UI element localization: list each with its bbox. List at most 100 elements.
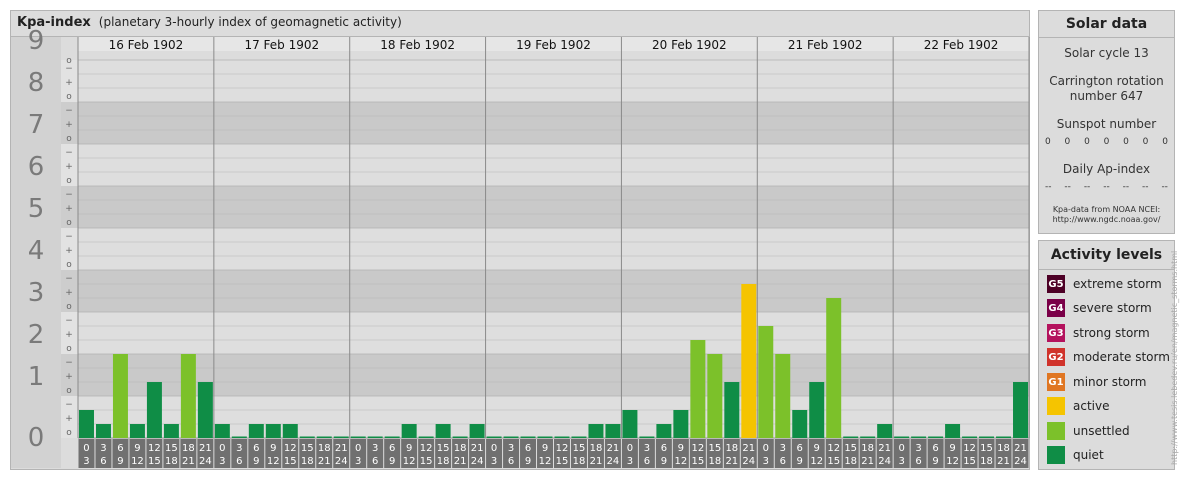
sunspot-value: 0 [1045, 137, 1051, 147]
kp-bar [622, 409, 638, 438]
y-tick-label: 8 [28, 68, 45, 98]
level-g2: G2 moderate storm [1047, 347, 1170, 367]
interval-end-label: 9 [253, 456, 259, 467]
sunspot-values: 0 0 0 0 0 0 0 [1045, 137, 1168, 147]
kp-bar [486, 436, 502, 438]
interval-end-label: 21 [590, 456, 603, 467]
sub-tick-label: − [65, 274, 73, 284]
kp-bar [911, 436, 927, 438]
level-label: minor storm [1073, 375, 1147, 389]
interval-start-label: 21 [878, 443, 891, 454]
ap-value: -- [1064, 182, 1071, 192]
interval-start-label: 18 [997, 443, 1010, 454]
sub-tick-label: − [65, 190, 73, 200]
interval-start-label: 12 [284, 443, 297, 454]
kp-bar [673, 409, 689, 438]
sub-tick-label: o [66, 176, 72, 186]
kp-bar [367, 436, 383, 438]
interval-start-label: 15 [301, 443, 314, 454]
sub-tick-label: − [65, 400, 73, 410]
kp-bar [79, 409, 94, 438]
interval-end-label: 18 [573, 456, 586, 467]
interval-end-label: 21 [318, 456, 331, 467]
interval-start-label: 9 [134, 443, 140, 454]
interval-end-label: 6 [508, 456, 514, 467]
kp-bar [639, 436, 655, 438]
source-link[interactable]: http://www.ngdc.noaa.gov/ [1039, 215, 1174, 225]
interval-end-label: 12 [674, 456, 687, 467]
interval-start-label: 3 [915, 443, 921, 454]
interval-start-label: 21 [335, 443, 348, 454]
interval-start-label: 6 [389, 443, 395, 454]
y-tick-label: 1 [28, 362, 45, 392]
interval-end-label: 21 [997, 456, 1010, 467]
interval-start-label: 9 [406, 443, 412, 454]
interval-end-label: 18 [708, 456, 721, 467]
interval-start-label: 15 [437, 443, 450, 454]
interval-end-label: 12 [403, 456, 416, 467]
interval-start-label: 18 [590, 443, 603, 454]
interval-start-label: 21 [742, 443, 755, 454]
level-label: active [1073, 399, 1110, 413]
interval-end-label: 3 [355, 456, 361, 467]
y-tick-label: 4 [28, 236, 45, 266]
interval-start-label: 18 [318, 443, 331, 454]
interval-end-label: 24 [335, 456, 348, 467]
interval-end-label: 9 [117, 456, 123, 467]
sub-tick-label: − [65, 106, 73, 116]
sub-tick-label: − [65, 358, 73, 368]
level-label: moderate storm [1073, 350, 1170, 364]
sub-tick-label: o [66, 428, 72, 438]
solar-title: Solar data [1065, 16, 1148, 32]
interval-start-label: 6 [932, 443, 938, 454]
sub-tick-label: o [66, 218, 72, 228]
kp-band [78, 270, 1029, 312]
interval-start-label: 3 [236, 443, 242, 454]
interval-start-label: 6 [661, 443, 667, 454]
interval-start-label: 12 [963, 443, 976, 454]
sub-tick-label: o [66, 134, 72, 144]
kp-bar [554, 436, 570, 438]
ap-value: -- [1122, 182, 1130, 192]
y-tick-label: 5 [28, 194, 45, 224]
day-label: 17 Feb 1902 [244, 38, 319, 52]
sunspot-value: 0 [1142, 137, 1149, 147]
interval-end-label: 15 [284, 456, 297, 467]
kp-bar [860, 436, 876, 438]
sunspot-value: 0 [1103, 137, 1110, 147]
interval-start-label: 3 [780, 443, 786, 454]
kp-bar [741, 283, 757, 438]
day-label: 19 Feb 1902 [516, 38, 591, 52]
interval-end-label: 24 [1014, 456, 1027, 467]
kp-bar [826, 298, 842, 438]
interval-end-label: 24 [199, 456, 212, 467]
sub-tick-label: + [65, 372, 73, 382]
day-label: 16 Feb 1902 [109, 38, 184, 52]
interval-end-label: 12 [267, 456, 280, 467]
interval-end-label: 12 [810, 456, 823, 467]
quiet-swatch [1047, 446, 1065, 464]
sub-tick-label: o [66, 56, 72, 66]
kp-bar [707, 354, 723, 438]
interval-end-label: 21 [861, 456, 874, 467]
sub-tick-label: + [65, 120, 73, 130]
unsettled-swatch [1047, 422, 1065, 440]
interval-start-label: 0 [219, 443, 225, 454]
sub-tick-label: o [66, 260, 72, 270]
interval-end-label: 3 [627, 456, 633, 467]
kp-bar [112, 354, 128, 438]
interval-end-label: 12 [946, 456, 959, 467]
kp-bar [350, 436, 366, 438]
interval-end-label: 3 [898, 456, 904, 467]
kp-band [78, 228, 1029, 270]
kp-bar [1013, 382, 1028, 438]
level-g3: G3 strong storm [1047, 323, 1150, 343]
interval-start-label: 12 [556, 443, 569, 454]
kp-bar [469, 424, 485, 438]
interval-end-label: 9 [389, 456, 395, 467]
y-tick-label: 6 [28, 152, 45, 182]
interval-start-label: 18 [725, 443, 738, 454]
kp-bar [333, 436, 349, 438]
interval-end-label: 3 [219, 456, 225, 467]
sunspot-value: 0 [1123, 137, 1129, 147]
